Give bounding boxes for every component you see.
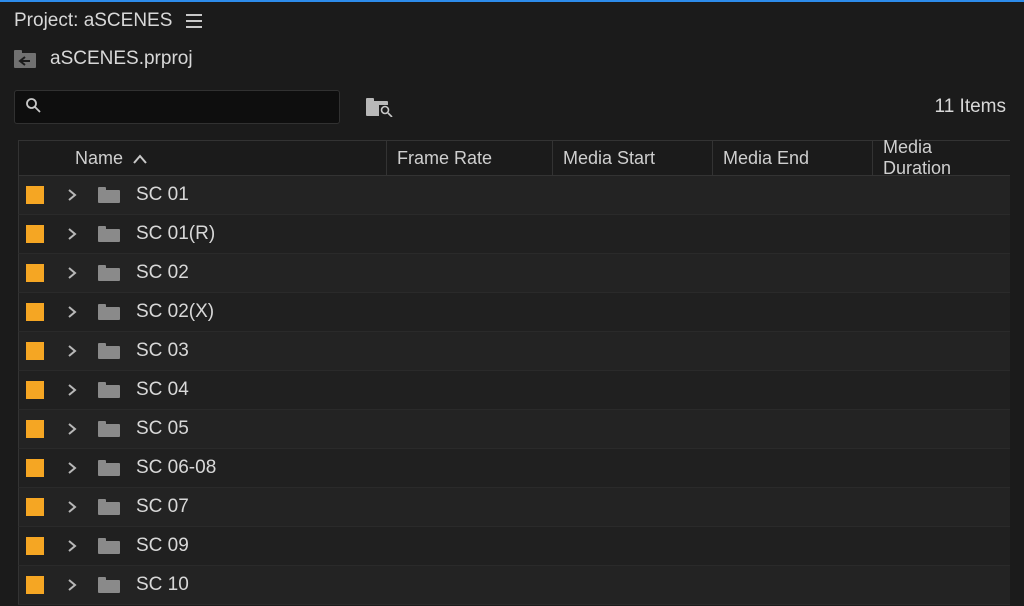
column-media-start-label: Media Start [563,148,655,169]
label-color-chip[interactable] [26,381,44,399]
label-color-chip[interactable] [26,342,44,360]
row-name[interactable]: SC 07 [136,496,189,518]
folder-icon [98,187,120,203]
row-name[interactable]: SC 01(R) [136,223,215,245]
table-header: Name Frame Rate Media Start Media End Me… [18,140,1010,176]
expand-toggle[interactable] [62,419,82,440]
column-media-duration-label: Media Duration [883,137,1000,179]
folder-icon [98,226,120,242]
panel-title: Project: aSCENES [14,10,172,32]
chevron-right-icon [67,380,77,401]
chevron-right-icon [67,263,77,284]
row-name[interactable]: SC 05 [136,418,189,440]
column-frame-rate[interactable]: Frame Rate [387,141,553,175]
project-table: Name Frame Rate Media Start Media End Me… [18,140,1010,605]
expand-toggle[interactable] [62,341,82,362]
column-name-label: Name [75,148,123,169]
folder-icon [98,421,120,437]
expand-toggle[interactable] [62,458,82,479]
chevron-right-icon [67,497,77,518]
label-color-chip[interactable] [26,459,44,477]
label-color-chip[interactable] [26,537,44,555]
project-back-icon[interactable] [14,50,36,68]
search-row: 11 Items [0,80,1024,140]
chevron-right-icon [67,458,77,479]
table-row[interactable]: SC 07 [18,488,1010,527]
column-media-end-label: Media End [723,148,809,169]
table-body: SC 01 SC 01(R) SC 02 SC 02(X) SC 03 SC 04 SC 0… [18,176,1010,605]
label-color-chip[interactable] [26,303,44,321]
row-name[interactable]: SC 06-08 [136,457,216,479]
table-row[interactable]: SC 01 [18,176,1010,215]
chevron-right-icon [67,185,77,206]
label-color-chip[interactable] [26,225,44,243]
folder-icon [98,577,120,593]
column-frame-rate-label: Frame Rate [397,148,492,169]
expand-toggle[interactable] [62,263,82,284]
panel-header: Project: aSCENES [0,2,1024,42]
table-row[interactable]: SC 03 [18,332,1010,371]
column-spacer [19,141,65,175]
expand-toggle[interactable] [62,536,82,557]
table-row[interactable]: SC 09 [18,527,1010,566]
table-row[interactable]: SC 05 [18,410,1010,449]
expand-toggle[interactable] [62,224,82,245]
chevron-right-icon [67,575,77,596]
row-name[interactable]: SC 04 [136,379,189,401]
folder-icon [98,265,120,281]
expand-toggle[interactable] [62,575,82,596]
table-row[interactable]: SC 06-08 [18,449,1010,488]
row-name[interactable]: SC 02(X) [136,301,214,323]
expand-toggle[interactable] [62,380,82,401]
row-name[interactable]: SC 09 [136,535,189,557]
chevron-right-icon [67,224,77,245]
expand-toggle[interactable] [62,497,82,518]
chevron-right-icon [67,302,77,323]
expand-toggle[interactable] [62,185,82,206]
table-row[interactable]: SC 01(R) [18,215,1010,254]
column-name[interactable]: Name [65,141,387,175]
label-color-chip[interactable] [26,420,44,438]
new-search-bin-icon[interactable] [366,97,394,117]
chevron-right-icon [67,419,77,440]
search-icon [25,97,41,118]
row-name[interactable]: SC 03 [136,340,189,362]
search-input[interactable] [49,99,329,116]
project-file-row: aSCENES.prproj [0,42,1024,80]
column-media-start[interactable]: Media Start [553,141,713,175]
column-media-end[interactable]: Media End [713,141,873,175]
table-row[interactable]: SC 02 [18,254,1010,293]
label-color-chip[interactable] [26,264,44,282]
sort-asc-icon [133,148,147,169]
panel-menu-icon[interactable] [186,14,202,28]
project-filename: aSCENES.prproj [50,48,193,70]
items-count: 11 Items [935,96,1010,118]
label-color-chip[interactable] [26,576,44,594]
label-color-chip[interactable] [26,498,44,516]
table-row[interactable]: SC 10 [18,566,1010,605]
folder-icon [98,538,120,554]
folder-icon [98,499,120,515]
label-color-chip[interactable] [26,186,44,204]
chevron-right-icon [67,536,77,557]
expand-toggle[interactable] [62,302,82,323]
table-row[interactable]: SC 02(X) [18,293,1010,332]
table-row[interactable]: SC 04 [18,371,1010,410]
row-name[interactable]: SC 02 [136,262,189,284]
column-media-duration[interactable]: Media Duration [873,141,1010,175]
folder-icon [98,382,120,398]
row-name[interactable]: SC 10 [136,574,189,596]
row-name[interactable]: SC 01 [136,184,189,206]
folder-icon [98,343,120,359]
folder-icon [98,460,120,476]
chevron-right-icon [67,341,77,362]
folder-icon [98,304,120,320]
search-box[interactable] [14,90,340,124]
